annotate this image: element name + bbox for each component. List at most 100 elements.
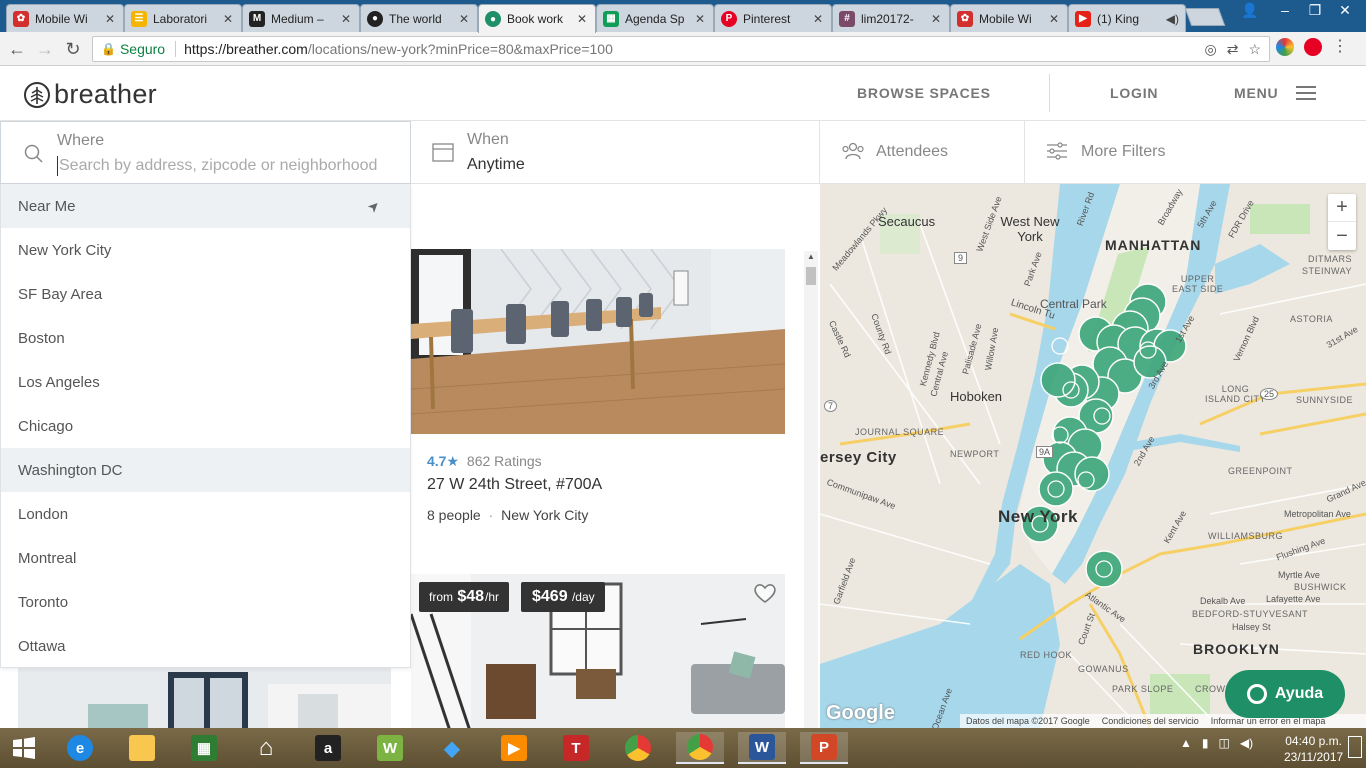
ratings-count: 862 Ratings [466, 453, 542, 469]
list-scrollbar[interactable] [804, 251, 818, 728]
menu-button[interactable]: MENU [1234, 85, 1278, 101]
city-option[interactable]: Montreal [1, 536, 410, 580]
city-option[interactable]: Boston [1, 316, 410, 360]
city-option-highlighted[interactable]: Washington DC [1, 448, 410, 492]
listing-address[interactable]: 27 W 24th Street, #700A [427, 476, 602, 494]
t-app-icon[interactable]: T [552, 732, 600, 764]
near-me-option[interactable]: Near Me ➤ [1, 184, 410, 228]
close-icon[interactable]: ✕ [223, 12, 235, 26]
breather-logo[interactable]: breather [24, 79, 157, 110]
home-icon[interactable]: ⌂ [242, 732, 290, 764]
chrome-icon[interactable] [614, 732, 662, 764]
file-explorer-icon[interactable] [118, 732, 166, 764]
close-window-button[interactable]: ✕ [1330, 0, 1360, 20]
browser-tab[interactable]: ☰ Laboratori ✕ [124, 4, 242, 32]
taskbar-clock[interactable]: 04:40 p.m. 23/11/2017 [1284, 733, 1343, 765]
where-input[interactable] [57, 156, 397, 176]
network-icon[interactable]: ◫ [1219, 736, 1230, 750]
where-field[interactable]: Where [0, 121, 411, 184]
bookmark-star-icon[interactable]: ☆ [1248, 41, 1261, 58]
close-icon[interactable]: ✕ [577, 12, 589, 26]
browser-tab[interactable]: ● The world ✕ [360, 4, 478, 32]
hamburger-icon[interactable] [1296, 86, 1316, 104]
windows-start-icon[interactable] [0, 732, 48, 764]
amazon-icon[interactable]: a [304, 732, 352, 764]
login-link[interactable]: LOGIN [1110, 85, 1158, 101]
battery-icon[interactable]: ▮ [1202, 736, 1209, 750]
chrome-active-icon[interactable] [676, 732, 724, 764]
address-bar[interactable]: 🔒 Seguro https://breather.com /locations… [92, 36, 1270, 62]
browser-tab[interactable]: ✿ Mobile Wi ✕ [950, 4, 1068, 32]
new-tab-button[interactable] [1184, 8, 1226, 26]
minimize-button[interactable]: – [1270, 0, 1300, 20]
browser-tab[interactable]: ✿ Mobile Wi ✕ [6, 4, 124, 32]
color-extension-icon[interactable] [1276, 38, 1294, 56]
pinterest-extension-icon[interactable] [1304, 38, 1322, 56]
city-option[interactable]: New York City [1, 228, 410, 272]
city-option[interactable]: London [1, 492, 410, 536]
tab-label: The world [389, 11, 442, 26]
translate-icon[interactable]: ⇄ [1227, 41, 1239, 58]
map-terms-link[interactable]: Condiciones del servicio [1102, 716, 1199, 726]
map[interactable]: MANHATTAN BROOKLYN New York West New Yor… [820, 184, 1366, 728]
city-option[interactable]: Los Angeles [1, 360, 410, 404]
notifications-icon[interactable] [1348, 736, 1362, 758]
forward-icon[interactable]: → [34, 38, 56, 60]
close-icon[interactable]: ✕ [105, 12, 117, 26]
close-icon[interactable]: ✕ [1049, 12, 1061, 26]
browser-tab[interactable]: ▦ Agenda Sp ✕ [596, 4, 714, 32]
video-editor-icon[interactable]: ▶ [490, 732, 538, 764]
browse-spaces-link[interactable]: BROWSE SPACES [857, 85, 991, 101]
powerpoint-icon[interactable]: P [800, 732, 848, 764]
reload-icon[interactable]: ↻ [62, 38, 84, 60]
close-icon[interactable]: ✕ [341, 12, 353, 26]
scroll-up-arrow-icon[interactable]: ▲ [806, 252, 816, 262]
url-path: /locations/new-york?minPrice=80&maxPrice… [307, 41, 613, 57]
scroll-thumb[interactable] [806, 267, 816, 285]
user-icon[interactable]: 👤 [1238, 0, 1262, 20]
close-icon[interactable]: ✕ [695, 12, 707, 26]
city-option[interactable]: Ottawa [1, 624, 410, 668]
rating-line: 4.7★ 862 Ratings [427, 453, 542, 470]
rating-value: 4.7 [427, 453, 447, 469]
map-label: Lafayette Ave [1266, 594, 1321, 604]
filters-icon [1047, 142, 1067, 160]
browser-tab[interactable]: # lim20172- ✕ [832, 4, 950, 32]
back-icon[interactable]: ← [6, 38, 28, 60]
browser-tab-active[interactable]: ● Book work ✕ [478, 4, 596, 33]
tab-label: Laboratori [153, 11, 208, 26]
city-option[interactable]: SF Bay Area [1, 272, 410, 316]
listing-photo[interactable] [411, 249, 785, 434]
winmerge-icon[interactable]: W [366, 732, 414, 764]
city-option[interactable]: Toronto [1, 580, 410, 624]
attendees-field[interactable]: Attendees [820, 121, 1025, 184]
internet-explorer-icon[interactable]: e [56, 732, 104, 764]
volume-icon[interactable]: ◀) [1240, 736, 1253, 750]
city-option[interactable]: Chicago [1, 404, 410, 448]
location-icon[interactable]: ◎ [1204, 41, 1216, 58]
zoom-out-button[interactable]: − [1328, 222, 1356, 250]
browser-tab[interactable]: M Medium – ✕ [242, 4, 360, 32]
browser-tab[interactable]: ▶ (1) King ◀) [1068, 4, 1186, 32]
favorite-heart-icon[interactable] [753, 582, 777, 604]
close-icon[interactable]: ✕ [459, 12, 471, 26]
tray-expand-icon[interactable]: ▲ [1180, 736, 1192, 750]
close-icon[interactable]: ✕ [931, 12, 943, 26]
close-icon[interactable]: ✕ [813, 12, 825, 26]
speaker-icon[interactable]: ◀) [1166, 12, 1179, 26]
when-field[interactable]: When Anytime [411, 121, 820, 184]
chrome-menu-icon[interactable]: ⋮ [1332, 38, 1348, 56]
highway-shield: 25 [1260, 388, 1279, 400]
dropbox-icon[interactable]: ◆ [428, 732, 476, 764]
restore-button[interactable]: ❐ [1300, 0, 1330, 20]
listing-photo[interactable] [18, 664, 391, 728]
store-icon[interactable]: ▦ [180, 732, 228, 764]
browser-tab[interactable]: P Pinterest ✕ [714, 4, 832, 32]
zoom-in-button[interactable]: + [1328, 194, 1356, 222]
word-icon[interactable]: W [738, 732, 786, 764]
help-button[interactable]: Ayuda [1225, 670, 1345, 718]
tree-icon [24, 81, 50, 108]
more-filters-field[interactable]: More Filters [1025, 121, 1366, 184]
map-label: NEWPORT [950, 449, 1000, 459]
browser-tab-strip: ✿ Mobile Wi ✕ ☰ Laboratori ✕ M Medium – … [0, 0, 1366, 33]
